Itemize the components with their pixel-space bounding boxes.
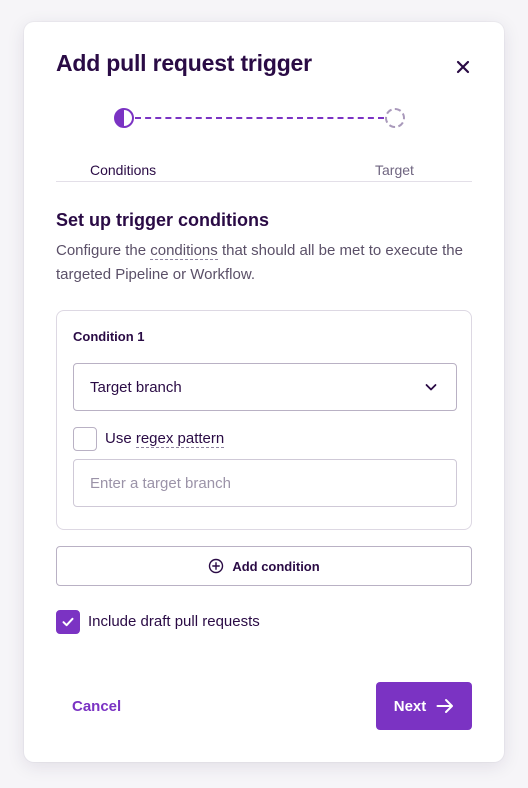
next-button[interactable]: Next <box>376 682 472 730</box>
regex-checkbox[interactable] <box>73 427 97 451</box>
condition-type-select[interactable]: Target branch <box>73 363 457 411</box>
cancel-button[interactable]: Cancel <box>72 698 121 715</box>
condition-card: Condition 1 Target branch Use regex patt… <box>56 310 472 530</box>
step-conditions-indicator <box>114 108 134 128</box>
divider <box>56 181 472 182</box>
draft-pr-checkbox[interactable] <box>56 610 80 634</box>
next-label: Next <box>393 697 427 715</box>
chevron-down-icon <box>425 384 437 391</box>
description-text-prefix: Configure the <box>56 242 151 259</box>
regex-pattern-link[interactable]: regex pattern <box>135 430 225 448</box>
regex-label-prefix: Use <box>105 430 136 447</box>
condition-type-value: Target branch <box>90 378 182 396</box>
add-condition-button[interactable]: Add condition <box>56 546 472 586</box>
plus-circle-icon <box>209 558 224 574</box>
condition-title: Condition 1 <box>73 329 145 344</box>
add-trigger-dialog: Add pull request trigger Conditions Targ… <box>24 22 504 762</box>
step-connector <box>135 117 384 119</box>
check-icon <box>62 617 74 627</box>
target-branch-input[interactable] <box>73 459 457 507</box>
step-target-indicator <box>385 108 405 128</box>
section-title: Set up trigger conditions <box>56 210 270 230</box>
step-conditions-label: Conditions <box>90 162 157 178</box>
section-description: Configure the conditions that should all… <box>56 239 472 287</box>
step-target-label: Target <box>375 162 414 178</box>
draft-pr-label[interactable]: Include draft pull requests <box>88 613 260 630</box>
stepper: Conditions Target <box>56 106 472 178</box>
arrow-right-icon <box>436 699 454 713</box>
close-button[interactable] <box>452 56 474 78</box>
dialog-title: Add pull request trigger <box>56 50 312 76</box>
regex-label[interactable]: Use regex pattern <box>105 430 225 448</box>
add-condition-label: Add condition <box>232 558 320 574</box>
close-icon <box>456 60 470 74</box>
conditions-help-link[interactable]: conditions <box>150 242 218 260</box>
